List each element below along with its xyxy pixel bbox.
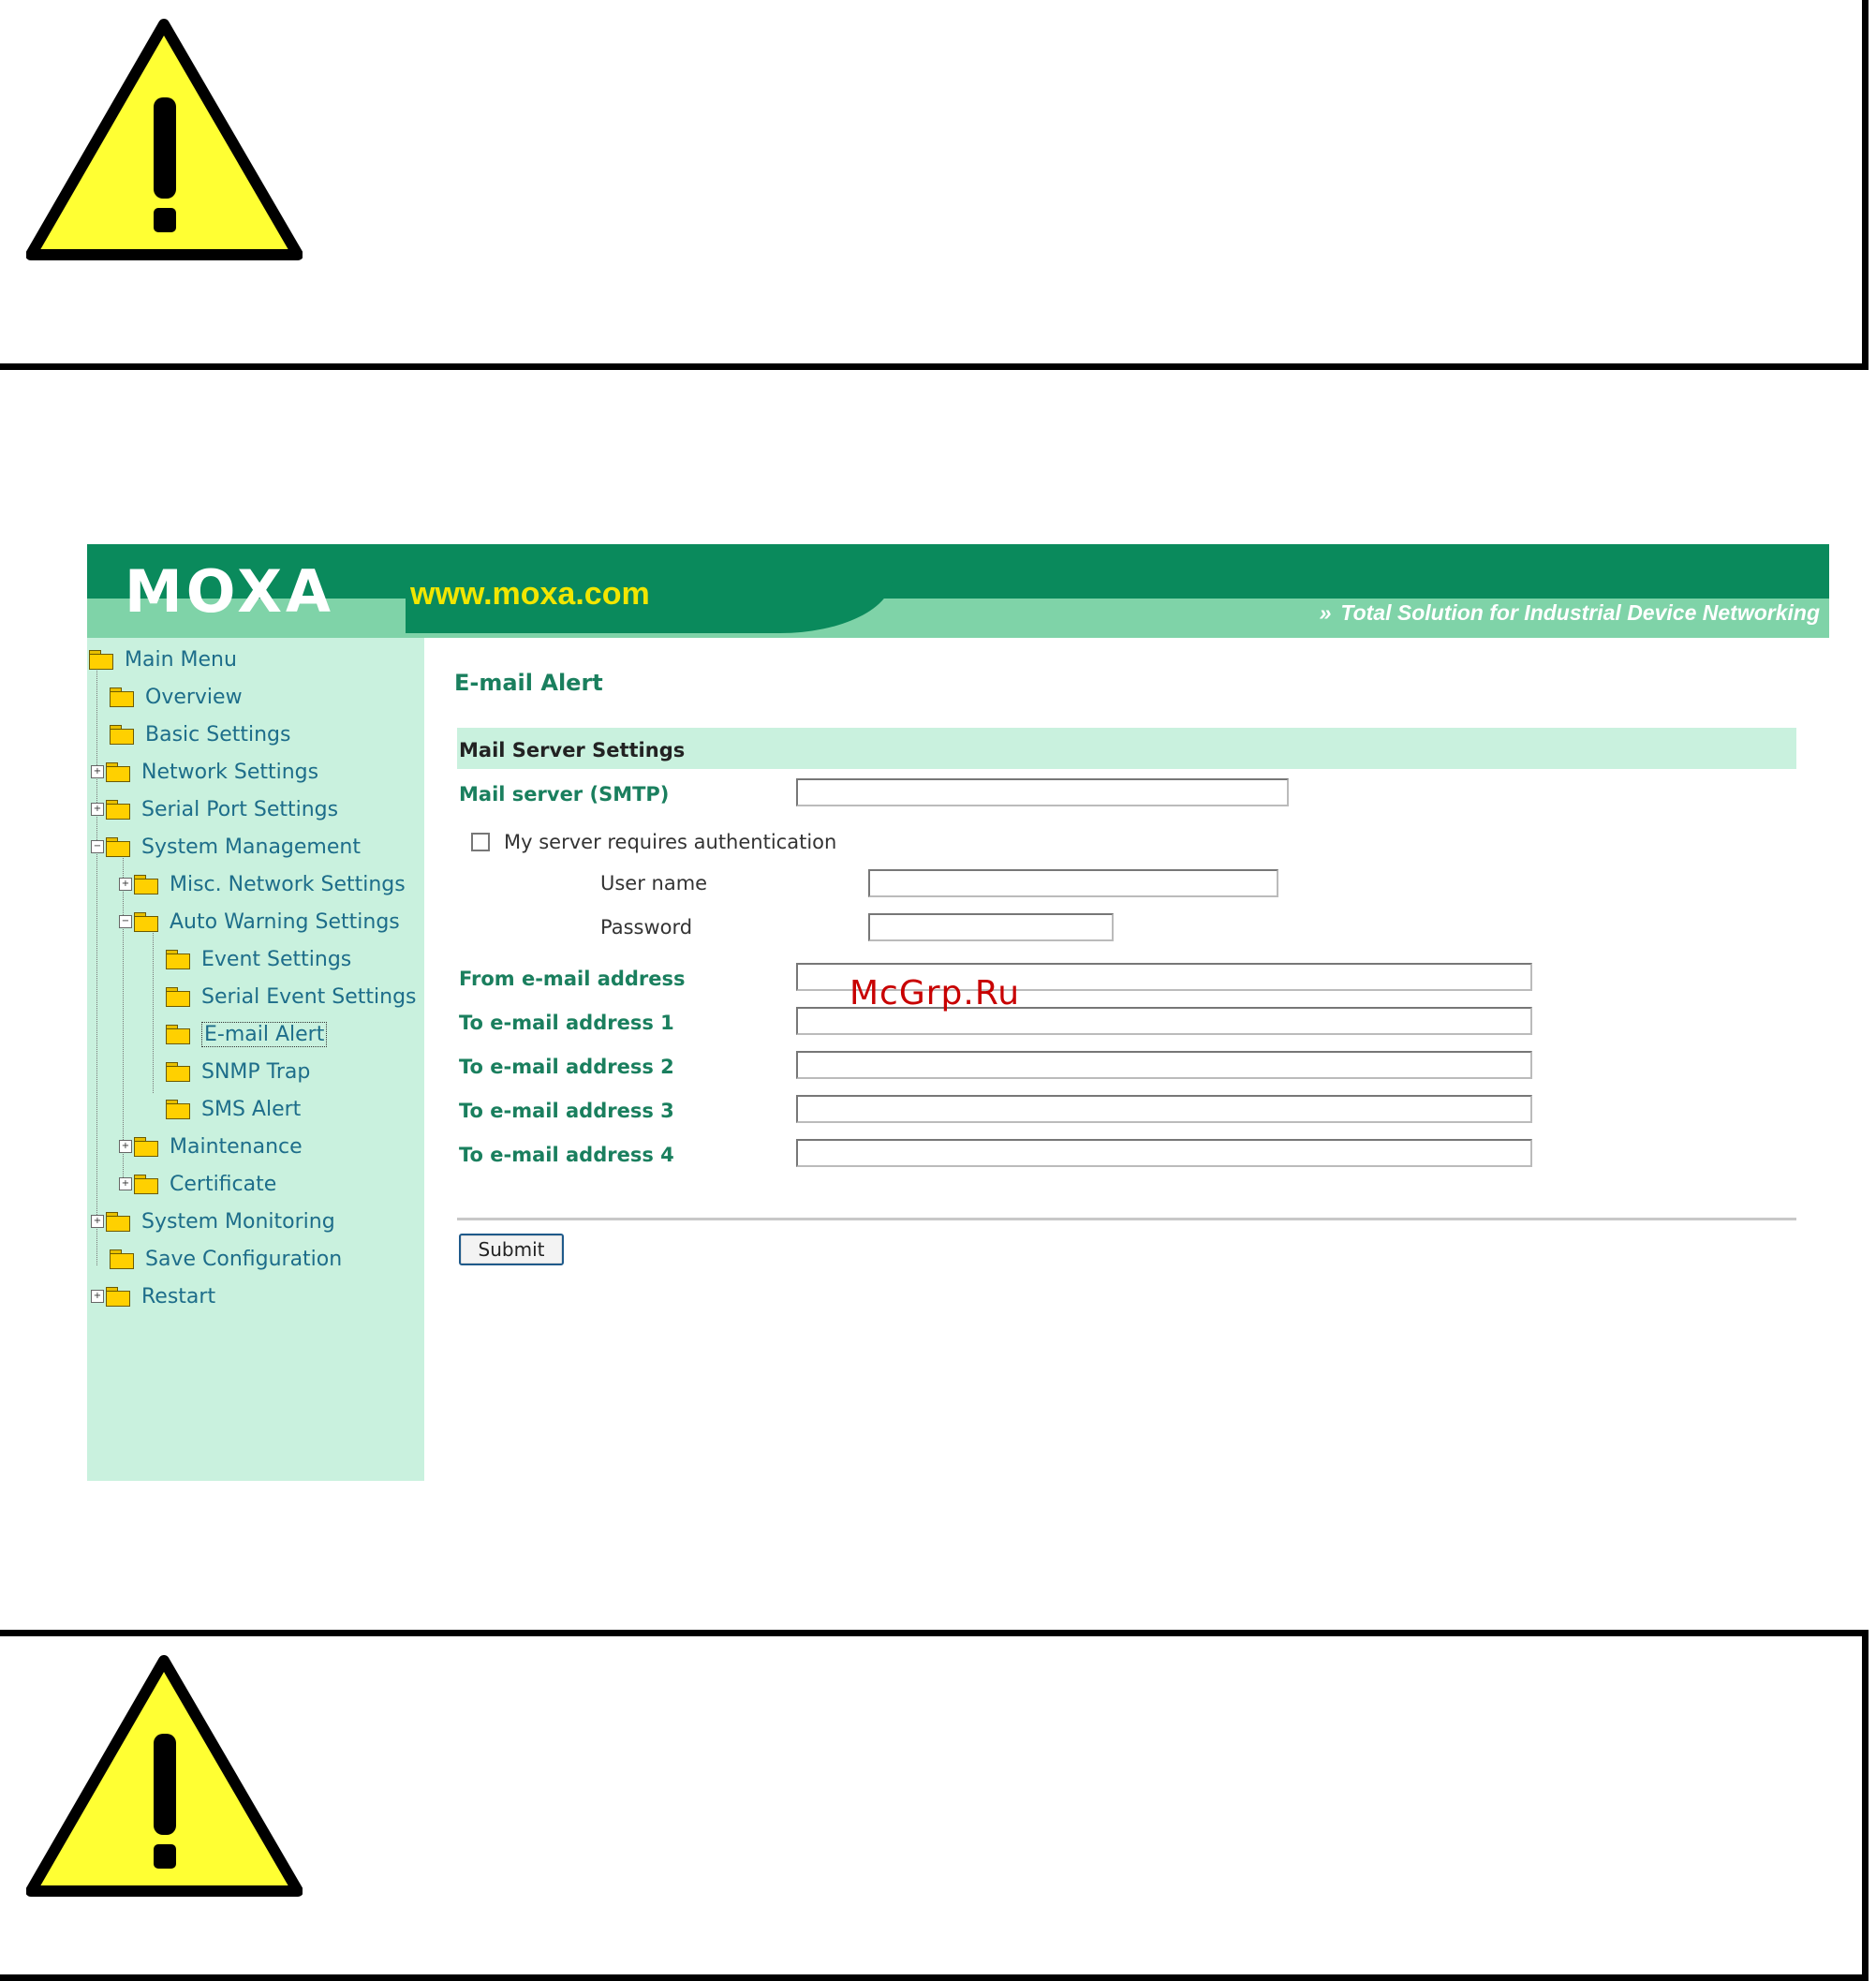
menu-item-email-alert[interactable]: E-mail Alert (166, 1018, 328, 1050)
menu-item-label: E-mail Alert (201, 1021, 328, 1047)
menu-item-label: Overview (145, 685, 243, 709)
username-input[interactable] (868, 869, 1278, 897)
to-email-3-input[interactable] (796, 1095, 1532, 1123)
folder-icon (134, 1137, 158, 1157)
expand-plus-icon[interactable]: + (119, 1177, 132, 1190)
website-link[interactable]: www.moxa.com (410, 576, 650, 613)
menu-item-label: Network Settings (141, 760, 319, 784)
auth-checkbox-label: My server requires authentication (504, 831, 837, 853)
folder-icon (106, 800, 130, 820)
expand-plus-icon[interactable]: + (91, 1290, 104, 1303)
folder-icon (134, 1175, 158, 1194)
folder-icon (106, 1287, 130, 1307)
mail-server-label: Mail server (SMTP) (459, 783, 670, 806)
menu-item-network-settings[interactable]: + Network Settings (91, 756, 318, 788)
expand-plus-icon[interactable]: + (91, 765, 104, 778)
tagline: » Total Solution for Industrial Device Ne… (1320, 600, 1820, 626)
warning-box-bottom (0, 1630, 1869, 1981)
header-banner: MOXA www.moxa.com » Total Solution for In… (87, 544, 1829, 638)
menu-item-label: Restart (141, 1284, 216, 1308)
expand-plus-icon[interactable]: + (91, 803, 104, 816)
menu-item-basic-settings[interactable]: Basic Settings (110, 718, 290, 750)
expand-plus-icon[interactable]: + (119, 1140, 132, 1153)
menu-item-label: Misc. Network Settings (170, 872, 406, 896)
menu-item-label: Certificate (170, 1172, 277, 1196)
menu-item-save-configuration[interactable]: Save Configuration (110, 1243, 342, 1275)
username-label: User name (600, 872, 708, 894)
menu-item-serial-event-settings[interactable]: Serial Event Settings (166, 981, 424, 1013)
menu-item-label: Save Configuration (145, 1247, 343, 1271)
menu-item-auto-warning-settings[interactable]: − Auto Warning Settings (119, 906, 400, 938)
menu-item-label: Serial Port Settings (141, 797, 339, 821)
page-title: E-mail Alert (454, 670, 603, 696)
mail-server-input[interactable] (796, 778, 1289, 806)
menu-item-snmp-trap[interactable]: SNMP Trap (166, 1056, 310, 1087)
collapse-minus-icon[interactable]: − (91, 840, 104, 853)
expand-plus-icon[interactable]: + (119, 878, 132, 891)
to-email-2-label: To e-mail address 2 (459, 1056, 674, 1078)
folder-icon (166, 950, 190, 969)
divider (457, 1218, 1796, 1220)
menu-item-label: Main Menu (125, 647, 237, 672)
section-title: Mail Server Settings (459, 739, 686, 761)
menu-item-main-menu[interactable]: Main Menu (89, 643, 237, 675)
menu-item-serial-port-settings[interactable]: + Serial Port Settings (91, 793, 338, 825)
warning-icon (26, 1655, 303, 1897)
folder-open-icon (89, 650, 113, 670)
submit-button[interactable]: Submit (459, 1234, 564, 1265)
to-email-4-input[interactable] (796, 1139, 1532, 1167)
folder-icon (106, 762, 130, 782)
menu-item-sms-alert[interactable]: SMS Alert (166, 1093, 301, 1125)
menu-item-label: Basic Settings (145, 722, 291, 747)
menu-item-label: SNMP Trap (201, 1059, 311, 1084)
menu-item-system-monitoring[interactable]: + System Monitoring (91, 1205, 335, 1237)
menu-item-restart[interactable]: + Restart (91, 1280, 215, 1312)
folder-icon (110, 725, 134, 745)
menu-item-system-management[interactable]: − System Management (91, 831, 361, 863)
menu-item-maintenance[interactable]: + Maintenance (119, 1131, 303, 1162)
folder-icon (166, 1025, 190, 1044)
folder-icon (110, 1249, 134, 1269)
warning-box-top (0, 0, 1869, 370)
menu-item-label: Event Settings (201, 947, 352, 971)
from-email-label: From e-mail address (459, 968, 686, 990)
menu-item-label: Maintenance (170, 1134, 303, 1159)
folder-icon (166, 1100, 190, 1119)
password-label: Password (600, 916, 693, 939)
tagline-text: Total Solution for Industrial Device Net… (1340, 600, 1820, 625)
menu-item-certificate[interactable]: + Certificate (119, 1168, 276, 1200)
expand-plus-icon[interactable]: + (91, 1215, 104, 1228)
content-area: E-mail Alert Mail Server Settings Mail s… (424, 638, 1829, 1481)
web-ui-screenshot: MOXA www.moxa.com » Total Solution for In… (87, 544, 1829, 1481)
folder-icon (134, 875, 158, 894)
main-menu-sidebar: Main Menu Overview Basic Settings + Netwo… (87, 638, 424, 1481)
folder-icon (110, 687, 134, 707)
menu-item-label: Serial Event Settings (201, 984, 417, 1009)
warning-icon (26, 19, 303, 260)
to-email-2-input[interactable] (796, 1051, 1532, 1079)
auth-checkbox[interactable] (471, 833, 490, 851)
watermark: McGrp.Ru (849, 974, 1021, 1013)
folder-icon (166, 987, 190, 1007)
folder-icon (166, 1062, 190, 1082)
double-chevron-icon: » (1319, 600, 1332, 625)
to-email-1-label: To e-mail address 1 (459, 1012, 674, 1034)
folder-open-icon (134, 912, 158, 932)
menu-item-label: SMS Alert (201, 1097, 302, 1121)
folder-open-icon (106, 837, 130, 857)
menu-item-overview[interactable]: Overview (110, 681, 243, 713)
menu-item-label: Auto Warning Settings (170, 909, 400, 934)
password-input[interactable] (868, 913, 1114, 941)
tree-line (153, 928, 154, 1093)
moxa-logo: MOXA (125, 557, 334, 626)
folder-icon (106, 1212, 130, 1232)
menu-item-event-settings[interactable]: Event Settings (166, 943, 351, 975)
menu-item-label: System Management (141, 835, 361, 859)
collapse-minus-icon[interactable]: − (119, 915, 132, 928)
menu-item-label: System Monitoring (141, 1209, 335, 1234)
menu-item-misc-network-settings[interactable]: + Misc. Network Settings (119, 868, 406, 900)
to-email-3-label: To e-mail address 3 (459, 1100, 674, 1122)
to-email-4-label: To e-mail address 4 (459, 1144, 674, 1166)
